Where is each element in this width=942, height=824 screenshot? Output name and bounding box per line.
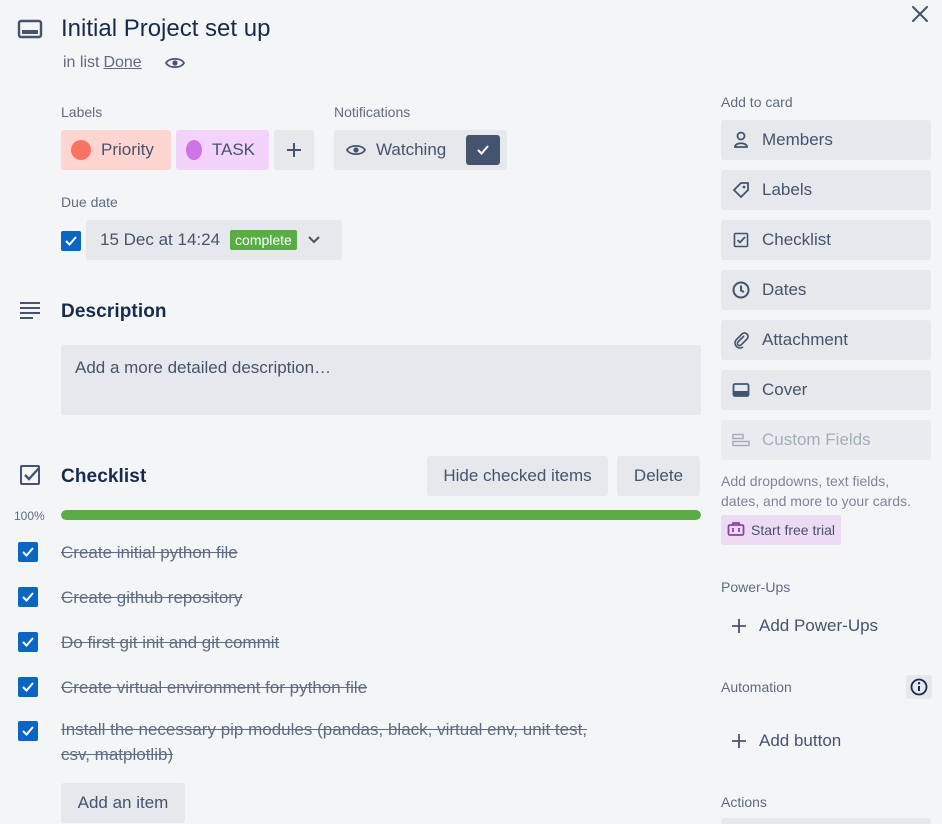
checklist-item[interactable]: Install the necessary pip modules (panda… — [61, 717, 621, 767]
start-free-trial-label: Start free trial — [751, 522, 836, 538]
dates-button[interactable]: Dates — [721, 270, 931, 310]
description-heading: Description — [61, 301, 167, 322]
members-button[interactable]: Members — [721, 120, 931, 160]
person-icon — [732, 131, 750, 149]
label-name: Priority — [101, 140, 154, 159]
notifications-heading: Notifications — [334, 104, 411, 120]
tag-icon — [732, 181, 750, 199]
custom-fields-label: Custom Fields — [762, 430, 871, 449]
dates-label: Dates — [762, 280, 807, 299]
add-checklist-item-button[interactable]: Add an item — [61, 783, 185, 823]
add-powerups-label: Add Power-Ups — [759, 616, 879, 635]
labels-label: Labels — [762, 180, 813, 199]
powerups-heading: Power-Ups — [721, 579, 791, 595]
hide-checked-items-button[interactable]: Hide checked items — [427, 456, 608, 496]
due-date-checkbox[interactable] — [61, 231, 81, 251]
paperclip-icon — [732, 331, 750, 349]
plus-icon — [287, 143, 301, 157]
plus-icon — [732, 619, 746, 633]
info-icon[interactable] — [906, 675, 932, 699]
add-to-card-heading: Add to card — [721, 94, 793, 110]
checklist-icon — [732, 231, 750, 249]
in-list-text: in list Done — [63, 54, 142, 72]
checklist-item[interactable]: Do first git init and git commit — [61, 630, 279, 655]
cover-label: Cover — [762, 380, 808, 399]
attachment-label: Attachment — [762, 330, 848, 349]
progress-fill — [61, 510, 701, 520]
actions-heading: Actions — [721, 794, 767, 810]
checklist-item-checkbox[interactable] — [18, 721, 38, 741]
checklist-item-line: Install the necessary pip modules (panda… — [61, 720, 588, 739]
check-icon — [22, 682, 34, 692]
start-free-trial-button[interactable]: Start free trial — [721, 515, 842, 545]
add-label-button[interactable] — [274, 130, 314, 170]
cover-button[interactable]: Cover — [721, 370, 931, 410]
label-color-dot — [186, 140, 202, 160]
checklist-label: Checklist — [762, 230, 831, 249]
in-list-prefix: in list — [63, 54, 100, 71]
check-icon — [22, 592, 34, 602]
cover-icon — [732, 381, 750, 399]
checklist-button[interactable]: Checklist — [721, 220, 931, 260]
label-task[interactable]: TASK — [176, 130, 269, 170]
description-icon — [16, 298, 44, 322]
checklist-item-checkbox[interactable] — [18, 542, 38, 562]
clock-icon — [732, 281, 750, 299]
check-icon — [22, 726, 34, 736]
watch-button-label: Watching — [376, 140, 447, 159]
checklist-item-checkbox[interactable] — [18, 632, 38, 652]
add-powerups-button[interactable]: Add Power-Ups — [721, 606, 931, 646]
briefcase-icon — [727, 521, 745, 540]
description-input[interactable]: Add a more detailed description… — [61, 345, 701, 415]
labels-heading: Labels — [61, 104, 103, 120]
eye-icon — [164, 54, 186, 72]
checklist-item-checkbox[interactable] — [18, 677, 38, 697]
card-title[interactable]: Initial Project set up — [61, 15, 270, 43]
members-label: Members — [762, 130, 833, 149]
label-name: TASK — [211, 140, 255, 159]
due-date-value: 15 Dec at 14:24 — [100, 230, 221, 249]
labels-button[interactable]: Labels — [721, 170, 931, 210]
checklist-item-checkbox[interactable] — [18, 587, 38, 607]
custom-fields-note: Add dropdowns, text fields, dates, and m… — [721, 473, 911, 509]
attachment-button[interactable]: Attachment — [721, 320, 931, 360]
checklist-item[interactable]: Create github repository — [61, 585, 242, 610]
check-icon — [22, 637, 34, 647]
progress-percent: 100% — [14, 509, 45, 523]
action-button-partial[interactable] — [721, 818, 931, 824]
add-button-label: Add button — [759, 731, 842, 750]
due-date-heading: Due date — [61, 194, 118, 210]
status-badge: complete — [230, 230, 297, 250]
label-priority[interactable]: Priority — [61, 130, 171, 170]
card-icon — [16, 18, 44, 42]
automation-heading: Automation — [721, 679, 792, 695]
check-icon — [466, 135, 501, 165]
list-name-link[interactable]: Done — [103, 54, 141, 72]
due-date-button[interactable]: 15 Dec at 14:24 complete — [86, 220, 342, 260]
close-icon[interactable] — [904, 0, 936, 28]
custom-fields-icon — [732, 431, 750, 449]
custom-fields-button[interactable]: Custom Fields — [721, 420, 931, 460]
label-color-dot — [71, 140, 91, 160]
checklist-heading: Checklist — [61, 466, 147, 487]
checklist-icon — [16, 462, 44, 488]
delete-checklist-button[interactable]: Delete — [617, 456, 700, 496]
check-icon — [22, 547, 34, 557]
checklist-item[interactable]: Create initial python file — [61, 540, 238, 565]
plus-icon — [732, 734, 746, 748]
add-button-button[interactable]: Add button — [721, 721, 931, 761]
checklist-item[interactable]: Create virtual environment for python fi… — [61, 675, 367, 700]
check-icon — [65, 236, 77, 246]
chevron-down-icon — [308, 236, 320, 244]
watch-button[interactable]: Watching — [334, 130, 507, 170]
checklist-item-line: csv, matplotlib) — [61, 745, 174, 764]
eye-icon — [346, 144, 366, 156]
progress-bar — [61, 510, 701, 520]
